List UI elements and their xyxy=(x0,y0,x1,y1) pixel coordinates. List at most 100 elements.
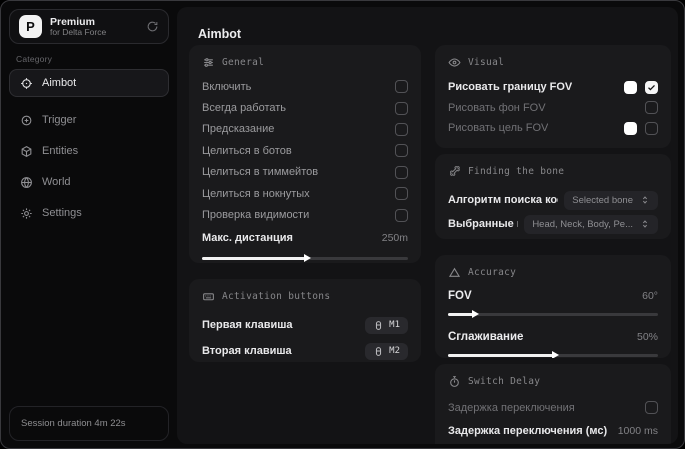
sidebar: P Premium for Delta Force Category Aimbo… xyxy=(1,1,177,448)
selected-value: Selected bone xyxy=(572,194,633,206)
color-swatch[interactable] xyxy=(624,121,637,135)
keybind-label: Вторая клавиша xyxy=(202,345,292,357)
setting-row: Задержка переключения xyxy=(448,396,658,419)
checkbox[interactable] xyxy=(645,101,658,115)
setting-row: FOV 60° xyxy=(448,287,658,305)
checkbox[interactable] xyxy=(395,144,408,158)
slider-thumb[interactable] xyxy=(552,351,559,358)
fov-slider[interactable] xyxy=(448,310,658,318)
mouse-icon xyxy=(373,320,384,331)
setting-label: Предсказание xyxy=(202,123,275,136)
setting-label: Задержка переключения (мс) xyxy=(448,424,608,437)
sidebar-item-world[interactable]: World xyxy=(9,168,169,196)
page-title: Aimbot xyxy=(198,27,242,41)
color-swatch[interactable] xyxy=(624,80,637,94)
main-content: Aimbot General Включить Всегда работать xyxy=(177,7,678,444)
setting-label: Алгоритм поиска кост xyxy=(448,194,559,206)
keybind-value: M1 xyxy=(389,320,400,330)
setting-label: Задержка переключения xyxy=(448,401,575,414)
setting-row: Рисовать границу FOV xyxy=(448,77,658,98)
sidebar-item-label: World xyxy=(42,176,71,188)
crosshair-icon xyxy=(20,77,33,90)
setting-label: Рисовать цель FOV xyxy=(448,122,549,135)
bone-algorithm-select[interactable]: Selected bone xyxy=(564,190,658,210)
checkbox[interactable] xyxy=(395,208,408,222)
trigger-icon xyxy=(20,114,33,127)
panel-title: Switch Delay xyxy=(468,376,541,387)
session-box: Session duration 4m 22s xyxy=(9,406,169,441)
panel-title: Visual xyxy=(468,57,505,68)
setting-value: 50% xyxy=(636,331,658,343)
gear-icon xyxy=(20,207,33,220)
setting-row: Предсказание xyxy=(202,119,408,140)
panel-title: Accuracy xyxy=(468,267,517,278)
setting-row: Алгоритм поиска кост Selected bone xyxy=(448,188,658,212)
panel-activation-buttons: Activation buttons Первая клавиша M1 Вто… xyxy=(189,279,421,362)
max-distance-slider[interactable] xyxy=(202,253,408,262)
keybind-button[interactable]: M1 xyxy=(365,316,408,334)
slider-thumb[interactable] xyxy=(472,310,480,318)
setting-value: 60° xyxy=(642,290,658,302)
keybind-label: Первая клавиша xyxy=(202,319,293,331)
setting-value: 250m xyxy=(381,231,408,244)
selected-bones-select[interactable]: Head, Neck, Body, Pe... xyxy=(524,214,658,234)
setting-row: Целиться в нокнутых xyxy=(202,183,408,204)
setting-label: Макс. дистанция xyxy=(202,231,293,244)
selected-value: Head, Neck, Body, Pe... xyxy=(532,218,633,230)
setting-row: Всегда работать xyxy=(202,97,408,118)
panel-general: General Включить Всегда работать Предска… xyxy=(189,45,421,263)
setting-row: Целиться в ботов xyxy=(202,140,408,161)
panel-visual: Visual Рисовать границу FOV Рисовать фон… xyxy=(435,45,671,148)
sidebar-item-aimbot[interactable]: Aimbot xyxy=(9,69,169,97)
globe-icon xyxy=(20,176,33,189)
setting-row: Задержка переключения (мс) 1000 ms xyxy=(448,419,658,442)
unfold-icon xyxy=(640,219,650,229)
setting-label: Проверка видимости xyxy=(202,209,310,222)
setting-label: Сглаживание xyxy=(448,331,524,343)
setting-label: Рисовать границу FOV xyxy=(448,81,573,94)
setting-row: Выбранные кос Head, Neck, Body, Pe... xyxy=(448,212,658,236)
slider-thumb[interactable] xyxy=(304,253,311,262)
panel-finding-the-bone: Finding the bone Алгоритм поиска кост Se… xyxy=(435,154,671,239)
brand-subtitle: for Delta Force xyxy=(50,26,107,37)
setting-row: Рисовать фон FOV xyxy=(448,98,658,119)
setting-row: Включить xyxy=(202,76,408,97)
setting-label: Рисовать фон FOV xyxy=(448,101,546,114)
checkbox[interactable] xyxy=(395,101,408,115)
sidebar-item-label: Settings xyxy=(42,207,82,219)
checkbox[interactable] xyxy=(645,121,658,135)
setting-label: Целиться в ботов xyxy=(202,144,292,157)
setting-label: FOV xyxy=(448,290,472,302)
category-label: Category xyxy=(16,54,53,64)
smoothing-slider[interactable] xyxy=(448,351,658,358)
setting-row: Рисовать цель FOV xyxy=(448,118,658,139)
sidebar-item-settings[interactable]: Settings xyxy=(9,199,169,227)
checkbox[interactable] xyxy=(645,401,658,414)
setting-label: Целиться в тиммейтов xyxy=(202,166,319,179)
keybind-button[interactable]: M2 xyxy=(365,342,408,360)
sidebar-item-trigger[interactable]: Trigger xyxy=(9,106,169,134)
app-window: P Premium for Delta Force Category Aimbo… xyxy=(0,0,685,449)
setting-label: Целиться в нокнутых xyxy=(202,187,310,200)
sidebar-item-label: Entities xyxy=(42,145,79,157)
sidebar-item-entities[interactable]: Entities xyxy=(9,137,169,165)
panel-title: Finding the bone xyxy=(468,166,565,177)
refresh-icon[interactable] xyxy=(146,20,159,33)
unfold-icon xyxy=(640,195,650,205)
checkbox[interactable] xyxy=(395,122,408,136)
checkbox[interactable] xyxy=(645,80,658,94)
brand-logo: P xyxy=(19,15,42,38)
brand-box: P Premium for Delta Force xyxy=(9,9,169,44)
setting-row: Проверка видимости xyxy=(202,204,408,225)
checkbox[interactable] xyxy=(395,80,408,94)
setting-label: Включить xyxy=(202,80,252,93)
brand-name: Premium xyxy=(50,15,95,28)
bone-icon xyxy=(448,165,461,178)
eye-icon xyxy=(448,56,461,69)
session-duration: Session duration 4m 22s xyxy=(21,418,126,429)
checkbox[interactable] xyxy=(395,165,408,179)
keybind-row: Первая клавиша M1 xyxy=(202,312,408,338)
panel-title: General xyxy=(222,57,265,68)
setting-label: Выбранные кос xyxy=(448,218,518,230)
checkbox[interactable] xyxy=(395,187,408,201)
